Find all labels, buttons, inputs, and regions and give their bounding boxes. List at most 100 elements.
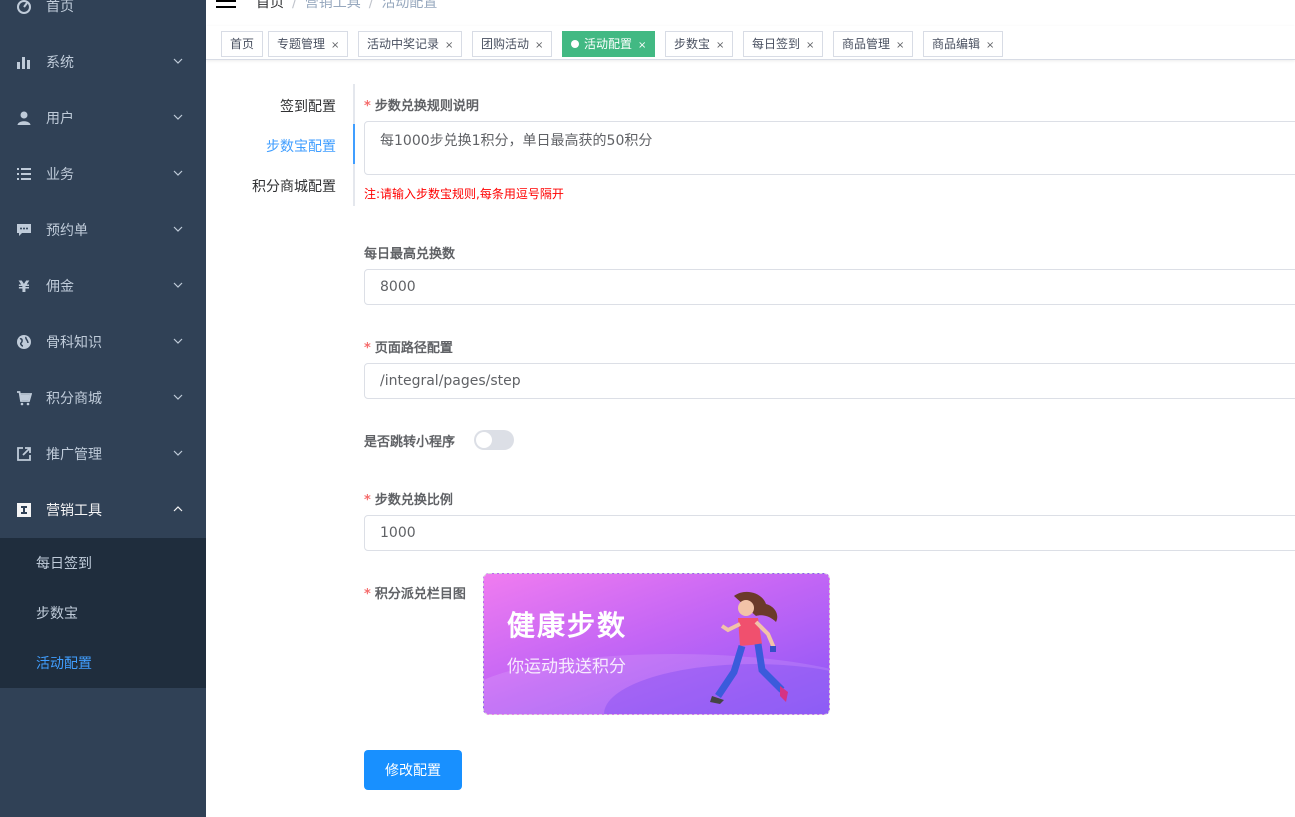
tag-label: 商品管理: [842, 37, 891, 51]
tag-label: 步数宝: [674, 37, 711, 51]
submenu-item-daily-signin[interactable]: 每日签到: [0, 538, 206, 588]
rule-hint: 注:请输入步数宝规则,每条用逗号隔开: [364, 187, 564, 201]
tag-step-treasure[interactable]: 步数宝 ×: [665, 31, 734, 57]
tag-prize-records[interactable]: 活动中奖记录 ×: [358, 31, 463, 57]
chevron-down-icon: [173, 170, 183, 176]
required-mark: *: [364, 493, 371, 508]
submit-button[interactable]: 修改配置: [364, 750, 462, 790]
chevron-down-icon: [173, 450, 183, 456]
ratio-input[interactable]: 1000: [364, 515, 1295, 551]
tab-signin-config[interactable]: 签到配置: [280, 96, 336, 116]
tag-label: 商品编辑: [932, 37, 981, 51]
sidebar-item-label: 系统: [46, 55, 74, 71]
tool-icon: [16, 502, 32, 518]
running-woman-illustration: [710, 591, 788, 704]
submenu-item-step-treasure[interactable]: 步数宝: [0, 588, 206, 638]
banner-upload[interactable]: 健康步数 你运动我送积分: [483, 573, 830, 715]
sidebar-item-knowledge[interactable]: 骨科知识: [0, 314, 206, 370]
required-mark: *: [364, 99, 371, 114]
close-icon[interactable]: ×: [806, 40, 814, 51]
max-label: 每日最高兑换数: [364, 247, 456, 262]
close-icon[interactable]: ×: [896, 40, 904, 51]
sidebar-item-system[interactable]: 系统: [0, 34, 206, 90]
share-icon: [16, 446, 32, 462]
tag-daily-signin[interactable]: 每日签到 ×: [743, 31, 824, 57]
sidebar-item-label: 佣金: [46, 279, 74, 295]
tag-label: 每日签到: [752, 37, 801, 51]
path-input[interactable]: /integral/pages/step: [364, 363, 1295, 399]
sidebar-item-commission[interactable]: ¥ 佣金: [0, 258, 206, 314]
tag-label: 专题管理: [277, 37, 326, 51]
banner-label-text: 积分派兑栏目图: [374, 587, 466, 602]
bar-chart-icon: [16, 54, 32, 70]
sidebar: 首页 系统 用户 业务 预约单 ¥ 佣金 骨科知识 积分商城 推广管理 营销工具…: [0, 0, 206, 817]
toggle-knob: [476, 432, 492, 448]
close-icon[interactable]: ×: [331, 40, 339, 51]
breadcrumb-item-marketing: 营销工具: [304, 0, 361, 11]
chevron-up-icon: [173, 506, 183, 512]
chevron-down-icon: [173, 226, 183, 232]
rule-textarea[interactable]: 每1000步兑换1积分，单日最高获的50积分: [364, 121, 1295, 175]
breadcrumb: 首页 / 营销工具 / 活动配置: [256, 0, 437, 12]
required-mark: *: [364, 341, 371, 356]
banner-title: 健康步数: [507, 609, 628, 642]
hamburger-icon[interactable]: [216, 0, 236, 10]
tag-label: 团购活动: [481, 37, 530, 51]
sidebar-item-label: 业务: [46, 167, 74, 183]
max-value: 8000: [380, 279, 416, 295]
sidebar-item-marketing[interactable]: 营销工具: [0, 482, 206, 538]
breadcrumb-item-current: 活动配置: [381, 0, 438, 11]
submenu-item-activity-config[interactable]: 活动配置: [0, 638, 206, 688]
sidebar-item-label: 骨科知识: [46, 335, 102, 351]
required-mark: *: [364, 587, 371, 602]
max-input[interactable]: 8000: [364, 269, 1295, 305]
close-icon[interactable]: ×: [986, 40, 994, 51]
rule-value: 每1000步兑换1积分，单日最高获的50积分: [380, 133, 653, 149]
cart-icon: [16, 390, 32, 406]
tab-mall-config[interactable]: 积分商城配置: [252, 176, 336, 196]
close-icon[interactable]: ×: [445, 40, 453, 51]
sidebar-item-label: 营销工具: [46, 503, 102, 519]
yen-icon: ¥: [18, 276, 30, 296]
globe-icon: [16, 334, 32, 350]
sidebar-item-label: 积分商城: [46, 391, 102, 407]
chevron-down-icon: [173, 114, 183, 120]
list-icon: [16, 166, 32, 182]
tag-topic[interactable]: 专题管理 ×: [268, 31, 349, 57]
sidebar-item-label: 用户: [46, 111, 74, 127]
tag-label: 活动配置: [584, 37, 633, 51]
tag-home[interactable]: 首页: [221, 31, 264, 57]
sidebar-item-home[interactable]: 首页: [0, 0, 206, 34]
rule-label: * 步数兑换规则说明: [364, 95, 479, 114]
tag-label: 首页: [230, 37, 255, 51]
sidebar-item-label: 推广管理: [46, 447, 102, 463]
chevron-down-icon: [173, 58, 183, 64]
config-tabs: 签到配置 步数宝配置 积分商城配置: [206, 84, 356, 206]
sidebar-item-business[interactable]: 业务: [0, 146, 206, 202]
marketing-submenu: 每日签到 步数宝 活动配置: [0, 538, 206, 688]
close-icon[interactable]: ×: [638, 40, 646, 51]
banner-subtitle: 你运动我送积分: [507, 657, 626, 677]
ratio-label: * 步数兑换比例: [364, 489, 453, 508]
tag-goods-edit[interactable]: 商品编辑 ×: [923, 31, 1004, 57]
banner-label: * 积分派兑栏目图: [364, 583, 466, 602]
breadcrumb-item-home[interactable]: 首页: [256, 0, 284, 11]
path-label: * 页面路径配置: [364, 337, 453, 356]
close-icon[interactable]: ×: [535, 40, 543, 51]
ratio-label-text: 步数兑换比例: [374, 493, 453, 508]
tab-step-config[interactable]: 步数宝配置: [266, 136, 336, 156]
tag-activity-config[interactable]: 活动配置 ×: [562, 31, 656, 57]
sidebar-item-points-mall[interactable]: 积分商城: [0, 370, 206, 426]
chevron-down-icon: [173, 282, 183, 288]
close-icon[interactable]: ×: [716, 40, 724, 51]
sidebar-item-appointment[interactable]: 预约单: [0, 202, 206, 258]
rule-label-text: 步数兑换规则说明: [374, 99, 479, 114]
jump-toggle[interactable]: [474, 430, 514, 450]
tag-group-buy[interactable]: 团购活动 ×: [472, 31, 553, 57]
tag-goods-manage[interactable]: 商品管理 ×: [833, 31, 914, 57]
sidebar-item-promotion[interactable]: 推广管理: [0, 426, 206, 482]
tag-label: 活动中奖记录: [367, 37, 440, 51]
sidebar-item-user[interactable]: 用户: [0, 90, 206, 146]
sidebar-item-label: 预约单: [46, 223, 88, 239]
path-label-text: 页面路径配置: [374, 341, 453, 356]
